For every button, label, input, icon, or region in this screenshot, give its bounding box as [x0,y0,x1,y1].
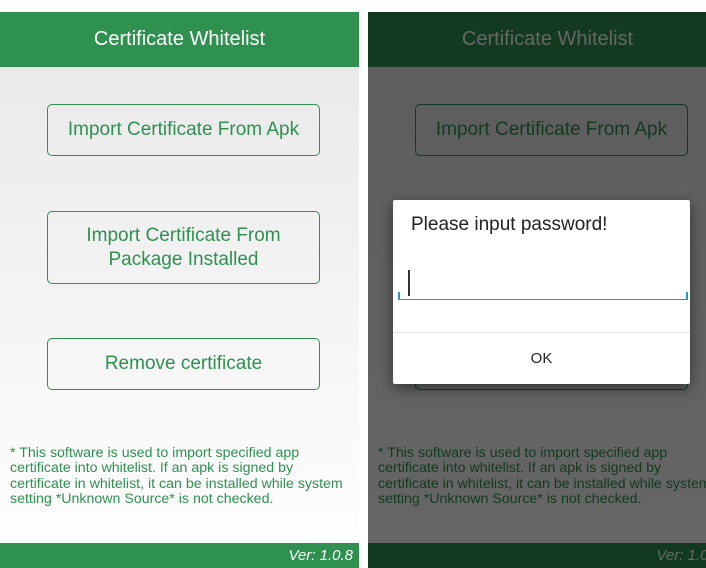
main-screen: Certificate Whitelist Import Certificate… [0,0,359,568]
import-from-apk-label: Import Certificate From Apk [67,119,300,140]
ok-label: OK [530,350,553,367]
import-from-installed-label: Import Certificate From Package Installe… [86,224,281,270]
version-label: Ver: 1.0.8 [288,547,353,564]
screen-background: Certificate Whitelist Import Certificate… [368,0,706,568]
password-dialog: Please input password! OK [393,200,690,384]
input-underline-left-tick [398,292,400,300]
footer-bar: Ver: 1.0.8 [0,543,359,568]
ok-button[interactable]: OK [393,333,690,384]
app-title: Certificate Whitelist [93,28,266,50]
info-text: * This software is used to import specif… [10,445,343,508]
screen-background: Certificate Whitelist Import Certificate… [0,0,359,568]
app-bar: Certificate Whitelist [0,12,359,67]
remove-certificate-button[interactable]: Remove certificate [47,338,320,390]
dialog-screen: Certificate Whitelist Import Certificate… [368,0,706,568]
dialog-title: Please input password! [411,214,608,235]
status-bar [0,0,359,12]
import-from-apk-button[interactable]: Import Certificate From Apk [47,104,320,156]
input-underline-right-tick [686,292,688,300]
text-cursor [408,270,410,296]
password-input[interactable] [398,266,688,300]
status-bar [368,0,706,12]
import-from-installed-button[interactable]: Import Certificate From Package Installe… [47,211,320,284]
remove-certificate-label: Remove certificate [104,353,263,374]
